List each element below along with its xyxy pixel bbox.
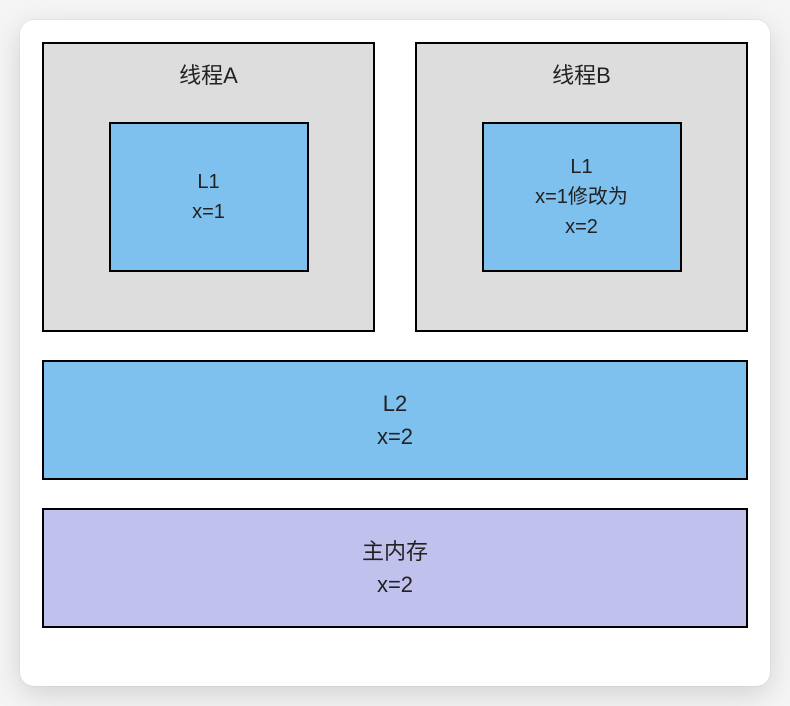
diagram-container: 线程A L1 x=1 线程B L1 x=1修改为 x=2 L2 x=2 主内存 … [20,20,770,686]
l2-cache-box: L2 x=2 [42,360,748,480]
thread-b-box: 线程B L1 x=1修改为 x=2 [415,42,748,332]
memory-value: x=2 [377,568,413,601]
threads-row: 线程A L1 x=1 线程B L1 x=1修改为 x=2 [42,42,748,332]
main-memory-box: 主内存 x=2 [42,508,748,628]
thread-a-l1-label: L1 [197,167,219,197]
thread-a-l1-cache: L1 x=1 [109,122,309,272]
thread-b-l1-label: L1 [570,152,592,182]
l2-value: x=2 [377,420,413,453]
thread-b-l1-cache: L1 x=1修改为 x=2 [482,122,682,272]
thread-b-title: 线程B [552,58,611,90]
thread-a-title: 线程A [179,58,238,90]
thread-b-l1-line2: x=2 [565,212,598,242]
thread-a-l1-value: x=1 [192,197,225,227]
thread-a-box: 线程A L1 x=1 [42,42,375,332]
thread-b-l1-line1: x=1修改为 [535,182,628,212]
l2-label: L2 [383,387,407,420]
memory-label: 主内存 [362,535,428,568]
